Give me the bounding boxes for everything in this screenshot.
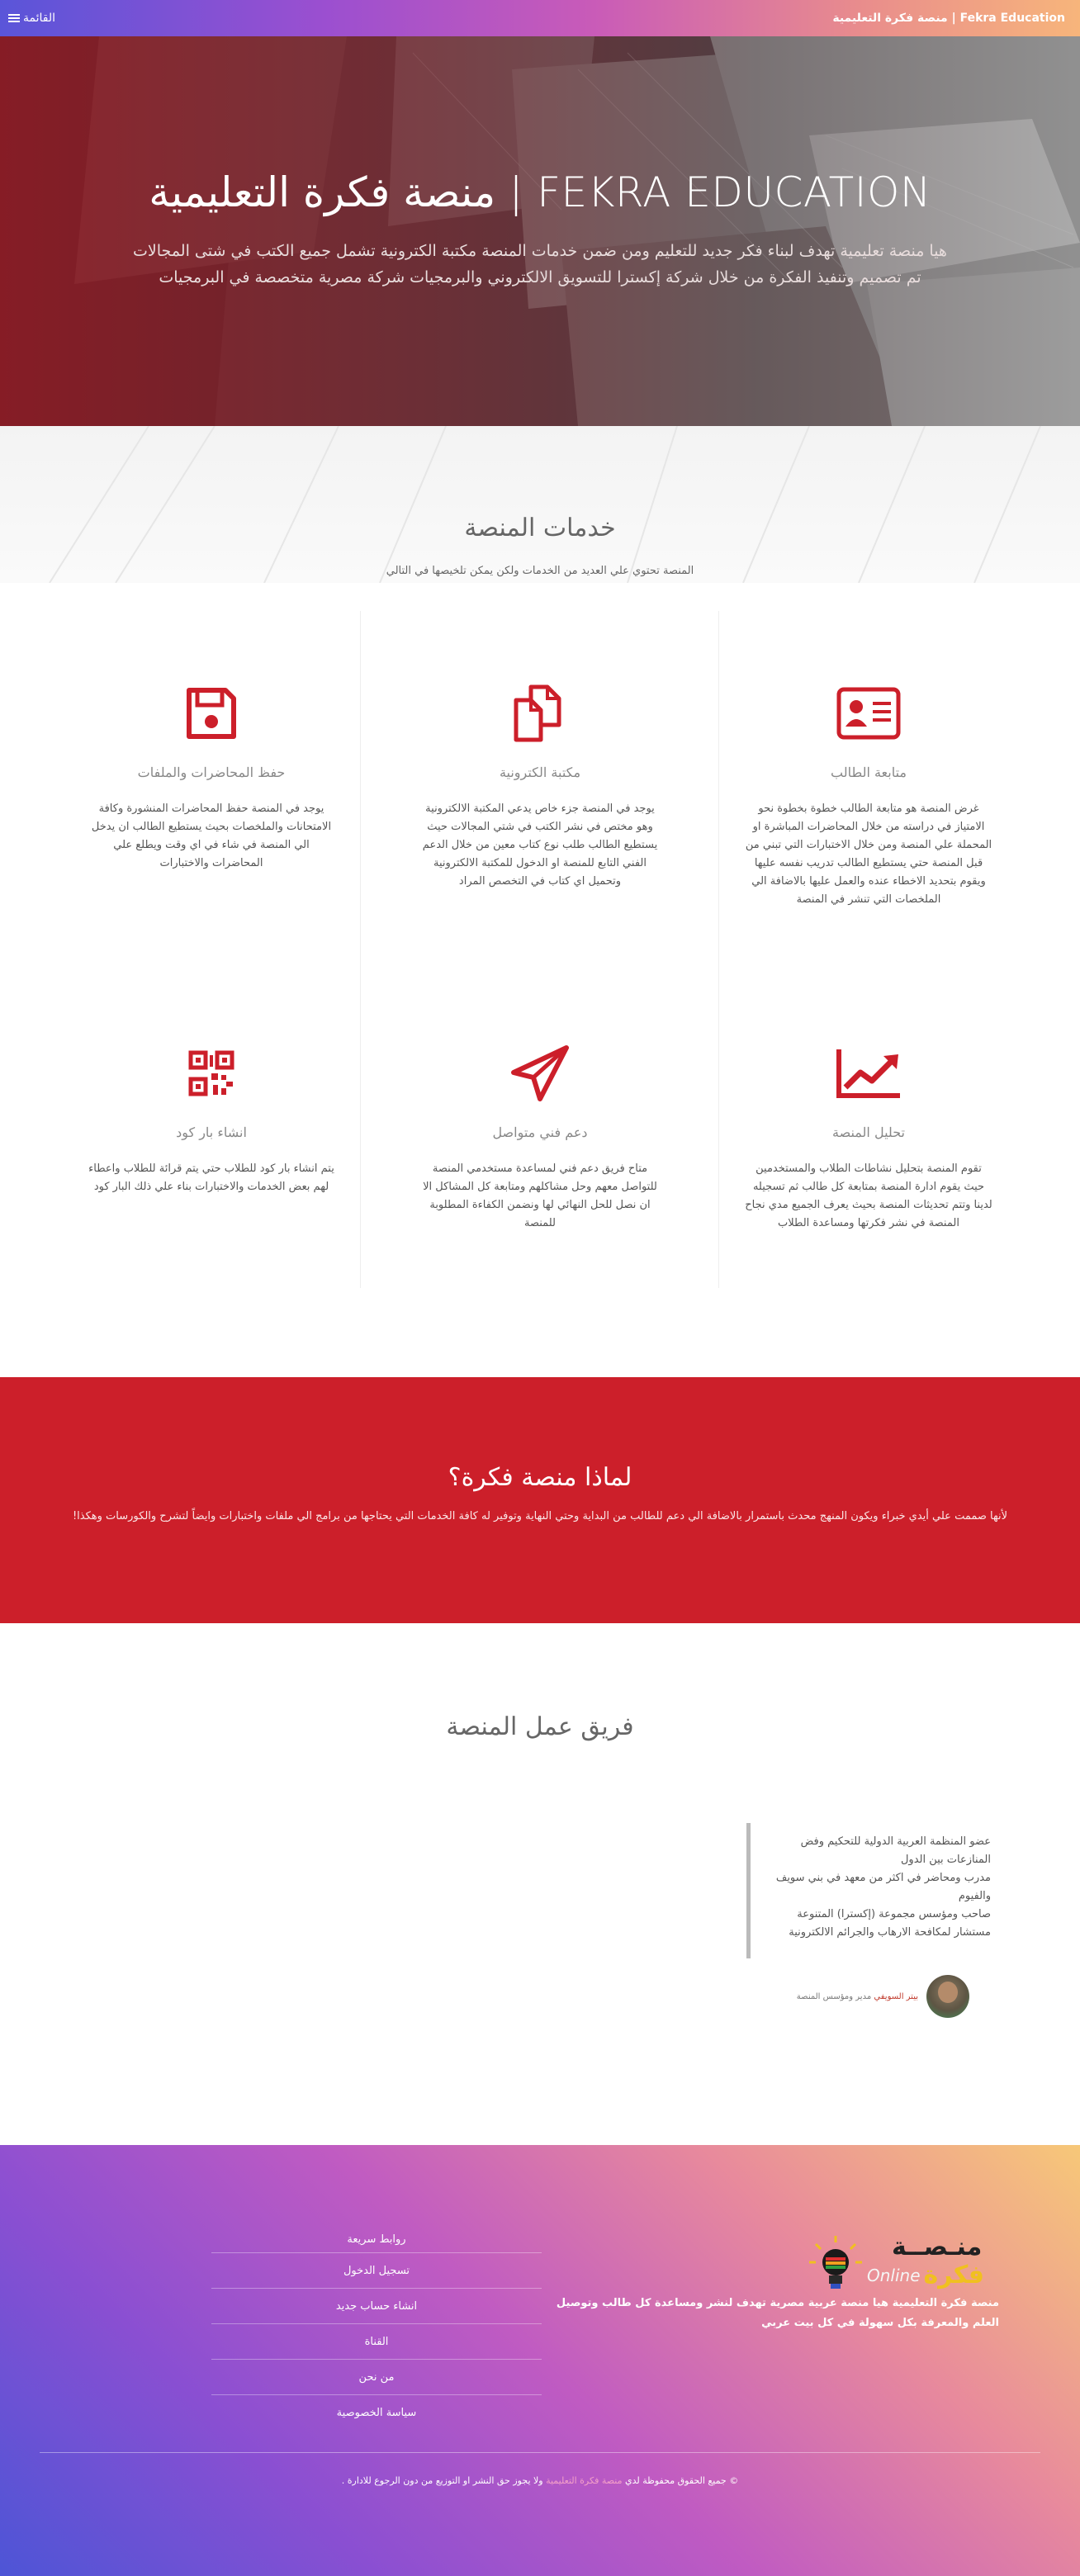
why-section: لماذا منصة فكرة؟ لأنها صممت علي أيدي خبر… bbox=[0, 1377, 1080, 1623]
team-member-bio: عضو المنظمة العربية الدولية للتحكيم وفض … bbox=[768, 1833, 991, 1942]
logo-text-main: منـصــة bbox=[892, 2233, 983, 2261]
footer: منـصــة Online فكرة منصة فكرة التعليمية … bbox=[0, 2145, 1080, 2576]
logo-text-fikra: فكرة bbox=[923, 2261, 984, 2290]
service-card-platform-analysis: تحليل المنصة تقوم المنصة بتحليل نشاطات ا… bbox=[707, 1040, 1030, 1233]
hero-description: هيا منصة تعليمية تهدف لبناء فكر جديد للت… bbox=[0, 238, 1080, 291]
bio-line: مستشار لمكافحة الارهاب والجرائم الالكترو… bbox=[789, 1926, 991, 1939]
team-member-name: بيتر السويفي bbox=[874, 1991, 918, 2001]
bio-line: صاحب ومؤسس مجموعة (إكسترا) المتنوعة bbox=[797, 1908, 991, 1920]
floppy-disk-icon bbox=[187, 688, 236, 739]
menu-label: القائمة bbox=[23, 12, 55, 25]
service-card-e-library: مكتبة الكترونية يوجد في المنصة جزء خاص ي… bbox=[378, 680, 702, 891]
avatar bbox=[926, 1975, 969, 2018]
footer-about-text: منصة فكرة التعليمية هيا منصة عربية مصرية… bbox=[556, 2297, 999, 2329]
footer-link-about[interactable]: من نحن bbox=[211, 2359, 542, 2394]
files-icon bbox=[514, 684, 561, 742]
footer-link-channel[interactable]: القناة bbox=[211, 2323, 542, 2359]
lightbulb-icon bbox=[809, 2236, 862, 2289]
service-card-support: دعم فني متواصل متاح فريق دعم فني لمساعدة… bbox=[378, 1040, 702, 1233]
menu-toggle-button[interactable]: القائمة bbox=[8, 12, 55, 25]
copyright-prefix: © جميع الحقوق محفوظة لدي bbox=[624, 2475, 739, 2486]
footer-link-login[interactable]: تسجيل الدخول bbox=[211, 2252, 542, 2288]
team-title: فريق عمل المنصة bbox=[446, 1712, 634, 1741]
copyright-suffix: ولا يجوز حق النشر او التوزيع من دون الرج… bbox=[341, 2475, 543, 2486]
service-title: تحليل المنصة bbox=[832, 1125, 905, 1140]
service-text: يوجد في المنصة حفظ المحاضرات المنشورة وك… bbox=[91, 803, 332, 869]
team-member: بيتر السويفي مدير ومؤسس المنصة bbox=[797, 1975, 969, 2018]
service-title: حفظ المحاضرات والملفات bbox=[137, 765, 286, 780]
services-subtitle: المنصة تحتوي علي العديد من الخدمات ولكن … bbox=[386, 565, 694, 577]
service-text: غرض المنصة هو متابعة الطالب خطوة بخطوة ن… bbox=[745, 803, 992, 906]
team-member-role: مدير ومؤسس المنصة bbox=[796, 1991, 872, 2001]
brand-link[interactable]: منصة فكرة التعليمية | Fekra Education bbox=[832, 12, 1065, 25]
service-title: انشاء بار كود bbox=[176, 1125, 247, 1140]
quick-links-heading: روابط سريعة bbox=[347, 2233, 406, 2246]
services-title: خدمات المنصة bbox=[464, 514, 616, 542]
service-text: يوجد في المنصة جزء خاص يدعي المكتبة الال… bbox=[422, 803, 658, 888]
hero-desc-line-1: هيا منصة تعليمية تهدف لبناء فكر جديد للت… bbox=[133, 242, 947, 260]
services-header: خدمات المنصة المنصة تحتوي علي العديد من … bbox=[0, 426, 1080, 583]
bio-line: والفيوم bbox=[958, 1890, 991, 1902]
copyright-platform-link[interactable]: منصة فكرة التعليمية bbox=[546, 2475, 622, 2486]
copyright: © جميع الحقوق محفوظة لدي منصة فكرة التعل… bbox=[0, 2475, 1080, 2486]
footer-link-register[interactable]: انشاء حساب جديد bbox=[211, 2288, 542, 2323]
service-title: متابعة الطالب bbox=[830, 765, 907, 780]
hamburger-icon bbox=[8, 14, 20, 22]
services-header-background bbox=[49, 426, 1041, 583]
hero-desc-line-2: تم تصميم وتنفيذ الفكرة من خلال شركة إكست… bbox=[159, 268, 921, 286]
service-title: مكتبة الكترونية bbox=[499, 765, 581, 780]
quote-bar bbox=[746, 1823, 751, 1958]
service-card-save-lectures: حفظ المحاضرات والملفات يوجد في المنصة حف… bbox=[50, 680, 373, 873]
service-text: يتم انشاء بار كود للطلاب حتي يتم قرائة ل… bbox=[88, 1163, 334, 1193]
qr-code-icon bbox=[188, 1050, 234, 1096]
bio-line: المنازعات بين الدول bbox=[900, 1854, 991, 1866]
id-card-icon bbox=[836, 687, 901, 740]
hero-section: FEKRA EDUCATION | منصة فكرة التعليمية هي… bbox=[0, 36, 1080, 426]
bio-line: مدرب ومحاضر في اكثر من معهد في بني سويف bbox=[775, 1872, 991, 1884]
why-text: لأنها صممت علي أيدي خبراء ويكون المنهج م… bbox=[72, 1510, 1008, 1522]
bio-line: عضو المنظمة العربية الدولية للتحكيم وفض bbox=[800, 1835, 991, 1848]
navbar: القائمة منصة فكرة التعليمية | Fekra Educ… bbox=[0, 0, 1080, 36]
footer-link-privacy[interactable]: سياسة الخصوصية bbox=[211, 2394, 542, 2430]
hero-content: FEKRA EDUCATION | منصة فكرة التعليمية هي… bbox=[0, 168, 1080, 291]
logo-text-online: Online bbox=[867, 2265, 921, 2285]
service-text: تقوم المنصة بتحليل نشاطات الطلاب والمستخ… bbox=[745, 1163, 992, 1229]
footer-logo: منـصــة Online فكرة bbox=[809, 2228, 999, 2294]
paper-plane-icon bbox=[511, 1045, 569, 1101]
why-title: لماذا منصة فكرة؟ bbox=[448, 1463, 632, 1492]
footer-quick-links: روابط سريعة تسجيل الدخول انشاء حساب جديد… bbox=[211, 2228, 542, 2430]
footer-divider bbox=[40, 2452, 1040, 2453]
service-title: دعم فني متواصل bbox=[492, 1125, 588, 1140]
hero-title: FEKRA EDUCATION | منصة فكرة التعليمية bbox=[149, 168, 931, 216]
service-card-student-followup: متابعة الطالب غرض المنصة هو متابعة الطال… bbox=[707, 680, 1030, 909]
chart-line-icon bbox=[836, 1049, 900, 1098]
service-card-barcode: انشاء بار كود يتم انشاء بار كود للطلاب ح… bbox=[50, 1040, 373, 1196]
service-text: متاح فريق دعم فني لمساعدة مستخدمي المنصة… bbox=[423, 1163, 657, 1229]
services-grid: متابعة الطالب غرض المنصة هو متابعة الطال… bbox=[0, 611, 1080, 1321]
